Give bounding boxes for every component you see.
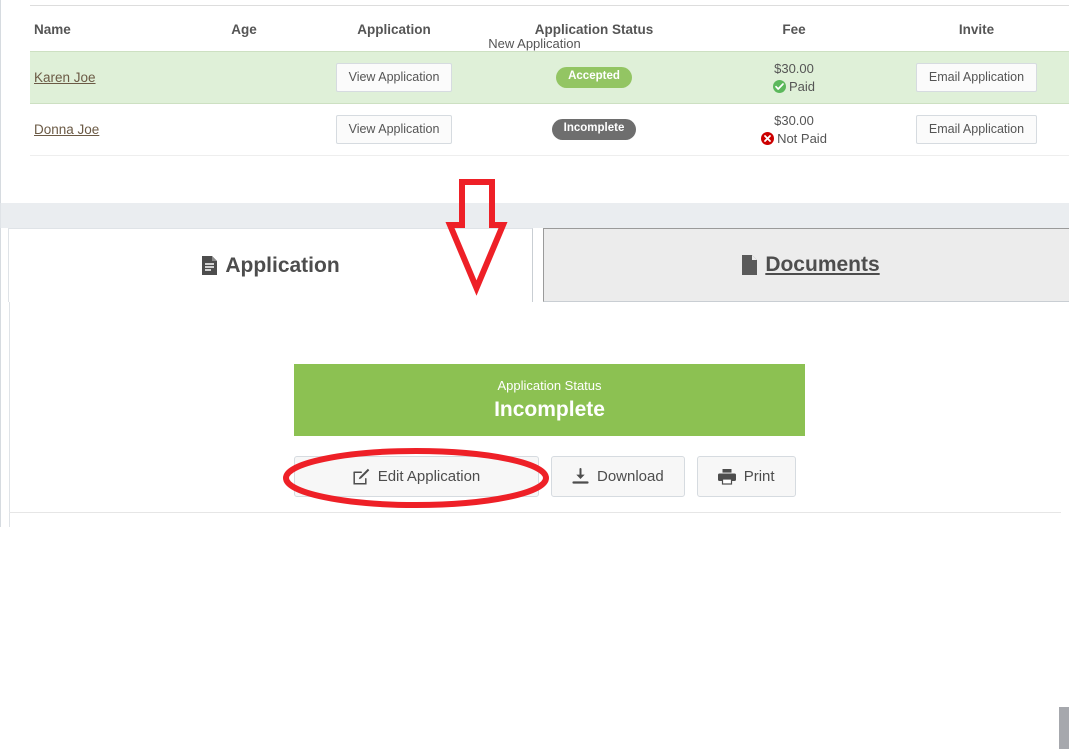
- check-circle-icon: [772, 79, 786, 93]
- application-status-caption: Application Status: [497, 377, 602, 393]
- tab-documents[interactable]: Documents: [543, 228, 1069, 302]
- tab-strip: Application Documents: [8, 228, 1069, 302]
- cell-name: Donna Joe: [30, 103, 184, 156]
- table-row: Donna Joe View Application Incomplete $3…: [30, 103, 1069, 156]
- tab-documents-label: Documents: [765, 253, 880, 276]
- panel-separator-band: [0, 203, 1069, 228]
- cell-application: View Application: [304, 103, 484, 156]
- x-circle-icon: [761, 131, 775, 145]
- printer-icon: [717, 468, 736, 485]
- cell-name: Karen Joe: [30, 51, 184, 104]
- action-button-row: Edit Application Download Print: [294, 456, 805, 497]
- fee-status: Paid: [704, 78, 884, 96]
- download-icon: [572, 468, 589, 485]
- email-application-button[interactable]: Email Application: [915, 62, 1038, 93]
- edit-application-button[interactable]: Edit Application: [294, 456, 539, 497]
- tab-application[interactable]: Application: [8, 228, 533, 302]
- applicant-name-link[interactable]: Karen Joe: [30, 70, 96, 85]
- print-button[interactable]: Print: [696, 456, 796, 497]
- cell-invite: Email Application: [884, 103, 1069, 156]
- print-label: Print: [743, 468, 775, 485]
- panel-separator-left-border: [0, 203, 1, 228]
- fee-status: Not Paid: [704, 130, 884, 148]
- cell-age: [184, 103, 304, 156]
- cell-age: [184, 51, 304, 104]
- fee-amount: $30.00: [774, 60, 814, 76]
- panel-top-divider: [30, 5, 1069, 6]
- edit-application-label: Edit Application: [377, 468, 481, 485]
- email-application-button[interactable]: Email Application: [915, 114, 1038, 145]
- document-lines-icon: [201, 255, 218, 276]
- status-badge: Accepted: [556, 67, 632, 88]
- tab-application-label: Application: [225, 253, 340, 277]
- cell-fee: $30.00 Paid: [704, 51, 884, 104]
- fee-status-label: Not Paid: [777, 130, 827, 146]
- view-application-button[interactable]: View Application: [335, 62, 453, 93]
- detail-panel-left-border: [0, 228, 1, 527]
- application-status-banner: Application Status Incomplete: [294, 364, 805, 436]
- vertical-scrollbar-thumb[interactable]: [1059, 707, 1069, 749]
- pencil-square-icon: [353, 468, 370, 485]
- cell-application-status: Incomplete: [484, 103, 704, 156]
- download-label: Download: [597, 468, 664, 485]
- applicant-name-link[interactable]: Donna Joe: [30, 122, 99, 137]
- vertical-scrollbar-track[interactable]: [1059, 228, 1069, 749]
- document-corner-icon: [741, 254, 758, 276]
- applicants-panel: Name Age Application Application Status …: [0, 0, 1069, 203]
- cell-application-status: Accepted: [484, 51, 704, 104]
- panel-left-border: [0, 0, 1, 203]
- application-status-value: Incomplete: [494, 397, 605, 421]
- fee-status-label: Paid: [788, 78, 816, 94]
- new-application-label: New Application: [488, 36, 581, 51]
- fee-amount: $30.00: [774, 112, 814, 128]
- cell-application: View Application: [304, 51, 484, 104]
- cell-fee: $30.00 Not Paid: [704, 103, 884, 156]
- view-application-button[interactable]: View Application: [335, 114, 453, 145]
- status-badge: Incomplete: [551, 119, 637, 140]
- cell-invite: Email Application: [884, 51, 1069, 104]
- download-button[interactable]: Download: [551, 456, 685, 497]
- table-row: Karen Joe View Application Accepted $30.…: [30, 51, 1069, 104]
- content-bottom-divider: [9, 512, 1061, 513]
